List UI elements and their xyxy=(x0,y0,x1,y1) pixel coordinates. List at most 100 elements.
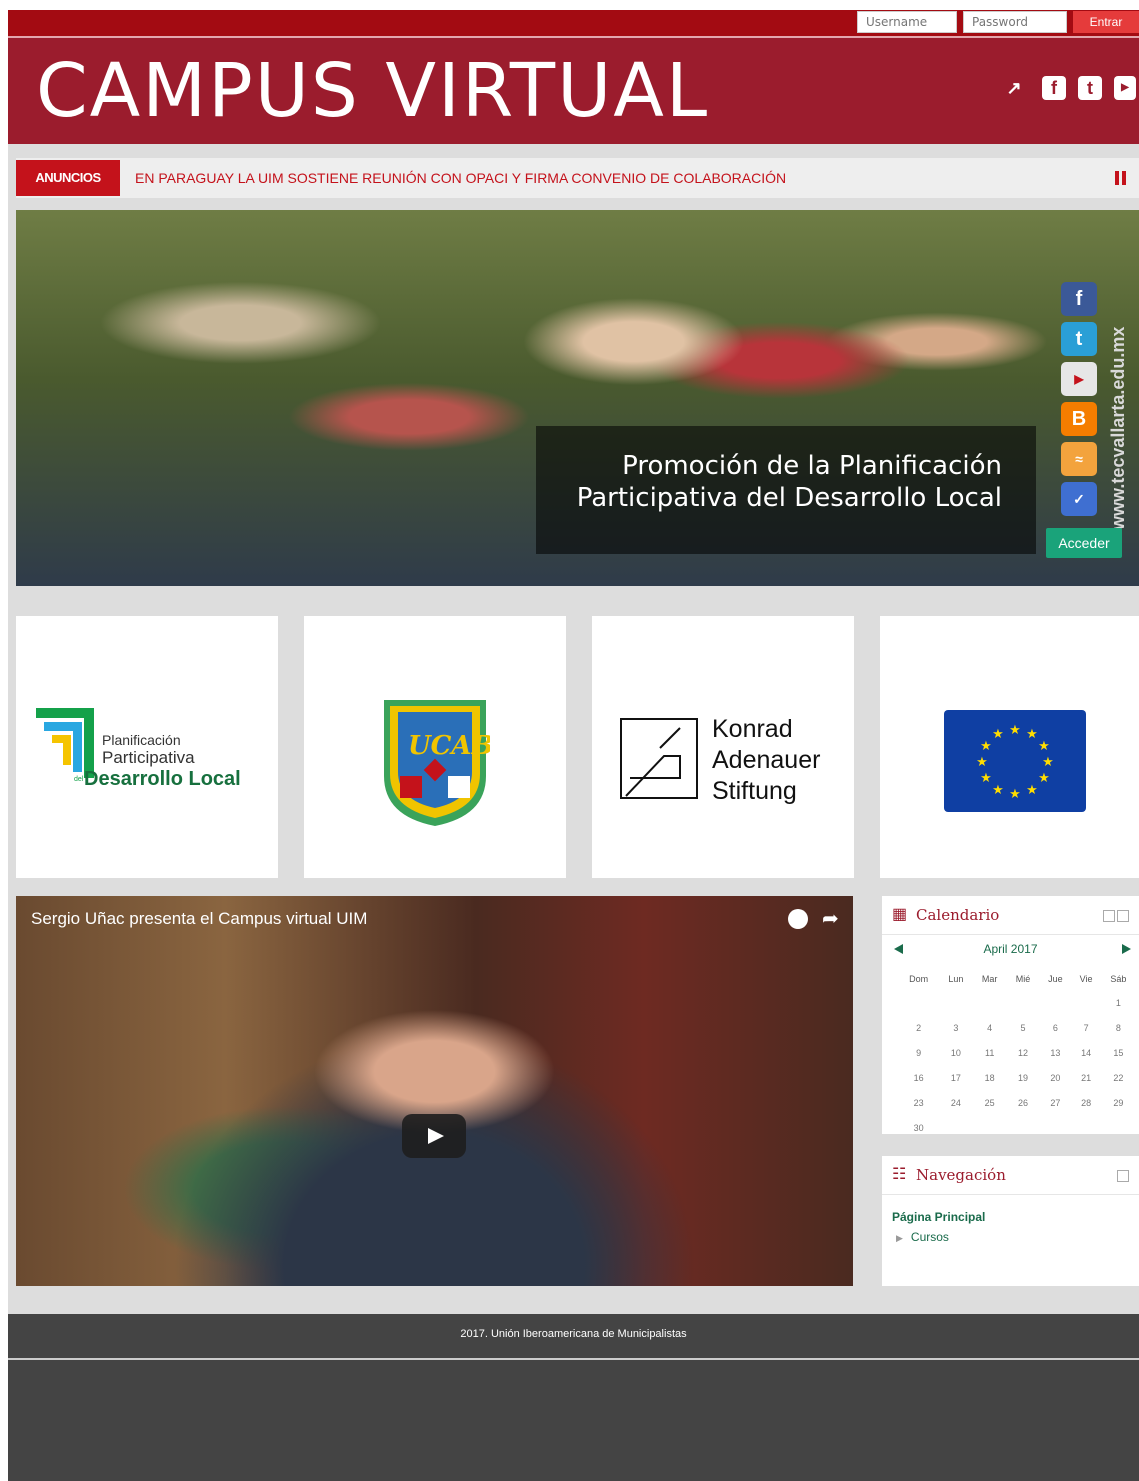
home-link[interactable]: Página Principal xyxy=(892,1210,985,1224)
svg-text:★: ★ xyxy=(1038,771,1050,786)
calendar-week: 2345678 xyxy=(898,1015,1136,1040)
calendar-day[interactable]: 20 xyxy=(1039,1065,1071,1090)
calendar-day[interactable]: 26 xyxy=(1007,1090,1039,1115)
youtube-icon[interactable]: ▶ xyxy=(1114,76,1136,100)
kas-line2: Adenauer xyxy=(712,746,821,774)
calendar-day[interactable]: 17 xyxy=(939,1065,972,1090)
pdl-line3: Desarrollo Local xyxy=(84,768,241,790)
calendar-day[interactable]: 18 xyxy=(973,1065,1007,1090)
collapse-icon[interactable] xyxy=(1117,910,1129,922)
announcement-link[interactable]: EN PARAGUAY LA UIM SOSTIENE REUNIÓN CON … xyxy=(135,158,786,198)
calendar-day[interactable]: 28 xyxy=(1072,1090,1101,1115)
video-player[interactable]: Sergio Uñac presenta el Campus virtual U… xyxy=(16,896,853,1286)
calendar-day[interactable]: 21 xyxy=(1072,1065,1101,1090)
calendar-day-header: Dom xyxy=(909,974,929,984)
dock-icon[interactable] xyxy=(1103,910,1115,922)
facebook-icon[interactable]: f xyxy=(1061,282,1097,316)
collapse-icon[interactable] xyxy=(1117,1170,1129,1182)
calendar-day[interactable]: 22 xyxy=(1101,1065,1136,1090)
calendar-title: Calendario xyxy=(916,906,1000,924)
calendar-day[interactable]: 23 xyxy=(898,1090,939,1115)
footer-bottom xyxy=(8,1360,1139,1481)
calendar-day[interactable]: 14 xyxy=(1072,1040,1101,1065)
calendar-day[interactable]: 7 xyxy=(1072,1015,1101,1040)
navigation-header: ☷ Navegación xyxy=(882,1156,1139,1195)
calendar-day xyxy=(973,1115,1007,1140)
expand-arrow-icon: ▶ xyxy=(896,1233,903,1243)
calendar-month[interactable]: April 2017 xyxy=(882,942,1139,956)
calendar-day[interactable]: 1 xyxy=(1101,990,1136,1015)
calendar-day[interactable]: 5 xyxy=(1007,1015,1039,1040)
svg-text:★: ★ xyxy=(1026,727,1038,742)
calendar-day[interactable]: 16 xyxy=(898,1065,939,1090)
svg-text:★: ★ xyxy=(1009,787,1021,802)
twitter-icon[interactable]: t xyxy=(1078,76,1102,100)
calendar-day[interactable]: 19 xyxy=(1007,1065,1039,1090)
video-title[interactable]: Sergio Uñac presenta el Campus virtual U… xyxy=(31,909,367,929)
footer: 2017. Unión Iberoamericana de Municipali… xyxy=(8,1314,1139,1360)
logo-card-eu[interactable]: ★ ★ ★ ★ ★ ★ ★ ★ ★ ★ ★ ★ xyxy=(880,616,1139,878)
svg-text:★: ★ xyxy=(1038,739,1050,754)
login-button[interactable]: Entrar xyxy=(1073,11,1139,33)
youtube-icon[interactable]: ▶ xyxy=(1061,362,1097,396)
eu-flag-icon: ★ ★★ ★★★ ★★★ ★★★ xyxy=(944,710,1086,812)
calendar-day[interactable]: 24 xyxy=(939,1090,972,1115)
password-input[interactable] xyxy=(963,11,1067,33)
blogger-icon[interactable]: B xyxy=(1061,402,1097,436)
calendar-day[interactable]: 27 xyxy=(1039,1090,1071,1115)
twitter-icon[interactable]: t xyxy=(1061,322,1097,356)
acceder-button[interactable]: Acceder xyxy=(1046,528,1122,558)
calendar-day xyxy=(1101,1115,1136,1140)
kas-line3: Stiftung xyxy=(712,777,797,805)
calendar-day[interactable]: 4 xyxy=(973,1015,1007,1040)
calendar-nav: April 2017 xyxy=(882,942,1139,962)
calendar-day-header: Lun xyxy=(948,974,964,984)
courses-link[interactable]: ▶ Cursos xyxy=(896,1230,949,1244)
calendar-day xyxy=(898,990,939,1015)
facebook-icon[interactable]: f xyxy=(1042,76,1066,100)
rss-icon[interactable]: ≈ xyxy=(1061,442,1097,476)
calendar-day xyxy=(973,990,1007,1015)
external-link-icon[interactable]: ↗ xyxy=(1002,76,1026,100)
watch-later-icon[interactable] xyxy=(788,909,808,929)
logo-card-ucab[interactable]: UCAB xyxy=(304,616,566,878)
svg-text:★: ★ xyxy=(1026,783,1038,798)
calendar-day[interactable]: 29 xyxy=(1101,1090,1136,1115)
calendar-week: 9 10 11 12 13 14 15 xyxy=(898,1040,1136,1065)
next-month-icon[interactable] xyxy=(1122,944,1131,954)
calendar-week: 30 xyxy=(898,1115,1136,1140)
play-button[interactable] xyxy=(402,1114,466,1158)
calendar-day-header: Vie xyxy=(1079,974,1093,984)
sitemap-icon: ☷ xyxy=(892,1166,907,1183)
top-login-bar: Entrar xyxy=(8,10,1139,36)
navigation-title: Navegación xyxy=(916,1166,1006,1184)
svg-text:★: ★ xyxy=(1009,723,1021,738)
calendar-day[interactable]: 6 xyxy=(1039,1015,1071,1040)
svg-text:★: ★ xyxy=(980,739,992,754)
calendar-day[interactable]: 3 xyxy=(939,1015,972,1040)
logo-card-kas[interactable]: Konrad Adenauer Stiftung xyxy=(592,616,854,878)
calendar-day[interactable]: 10 xyxy=(939,1040,972,1065)
calendar-day[interactable]: 11 xyxy=(973,1040,1007,1065)
calendar-day[interactable]: 8 xyxy=(1101,1015,1136,1040)
username-input[interactable] xyxy=(857,11,957,33)
svg-text:★: ★ xyxy=(1042,755,1054,770)
calendar-grid: Dom Lun Mar Mié Jue Vie Sáb 1 2 3 4 5 6 7 8 9 10 11 12 13 1… xyxy=(898,968,1136,1140)
calendar-day[interactable]: 2 xyxy=(898,1015,939,1040)
calendar-header: ▦ Calendario xyxy=(882,896,1139,935)
share-icon[interactable]: ➦ xyxy=(822,906,839,931)
calendar-day[interactable]: 15 xyxy=(1101,1040,1136,1065)
logo-card-pdl[interactable]: Planificación Participativa del Desarrol… xyxy=(16,616,278,878)
svg-text:★: ★ xyxy=(976,755,988,770)
calendar-day[interactable]: 25 xyxy=(973,1090,1007,1115)
calendar-day[interactable]: 13 xyxy=(1039,1040,1071,1065)
calendar-week: 16 17 18 19 20 21 22 xyxy=(898,1065,1136,1090)
site-title: CAMPUS VIRTUAL xyxy=(36,48,710,134)
calendar-day[interactable]: 12 xyxy=(1007,1040,1039,1065)
calendar-day[interactable]: 9 xyxy=(898,1040,939,1065)
calendar-day xyxy=(1072,990,1101,1015)
calendar-day[interactable]: 30 xyxy=(898,1115,939,1140)
calendar-day xyxy=(939,1115,972,1140)
pause-icon[interactable] xyxy=(1115,171,1127,185)
delicious-icon[interactable]: ✓ xyxy=(1061,482,1097,516)
